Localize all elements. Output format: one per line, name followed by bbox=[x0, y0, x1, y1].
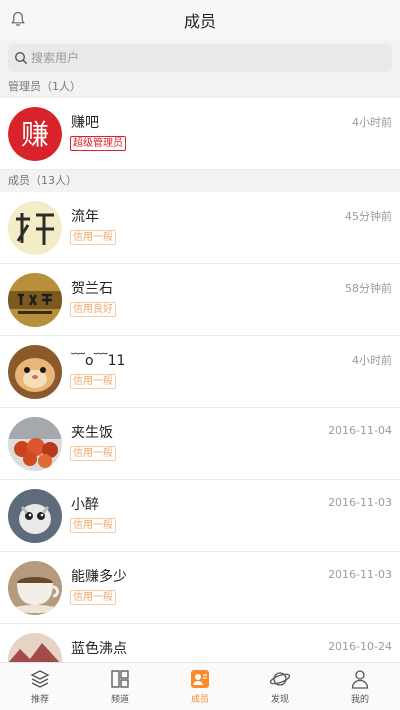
tab-discover[interactable]: 发现 bbox=[240, 663, 320, 710]
person-icon bbox=[351, 670, 369, 689]
tab-label: 发现 bbox=[270, 695, 289, 705]
credit-badge: 信用一般 bbox=[70, 590, 116, 605]
tab-recommend[interactable]: 推荐 bbox=[0, 663, 80, 710]
member-name: ﹋o﹋11 bbox=[71, 353, 126, 369]
credit-badge: 信用一般 bbox=[70, 230, 116, 245]
last-active-time: 58分钟前 bbox=[345, 282, 392, 295]
list-item[interactable]: ﹋o﹋11 4小时前 信用一般 bbox=[0, 336, 400, 408]
member-name: 小醉 bbox=[71, 497, 99, 513]
last-active-time: 45分钟前 bbox=[345, 210, 392, 223]
tab-label: 我的 bbox=[350, 695, 369, 705]
search-icon bbox=[14, 51, 28, 65]
bottom-tab-bar: 推荐 频道 成员 发现 我的 bbox=[0, 662, 400, 710]
last-active-time: 2016-10-24 bbox=[328, 640, 392, 653]
search-bar bbox=[0, 40, 400, 76]
last-active-time: 4小时前 bbox=[352, 116, 392, 129]
grid-icon bbox=[111, 670, 129, 688]
tab-label: 频道 bbox=[110, 695, 129, 705]
member-name: 能赚多少 bbox=[71, 569, 127, 585]
last-active-time: 2016-11-03 bbox=[328, 496, 392, 509]
list-item[interactable]: 夹生饭 2016-11-04 信用一般 bbox=[0, 408, 400, 480]
list-item[interactable]: 小醉 2016-11-03 信用一般 bbox=[0, 480, 400, 552]
last-active-time: 2016-11-03 bbox=[328, 568, 392, 581]
tab-label: 推荐 bbox=[30, 695, 49, 705]
member-name: 蓝色沸点 bbox=[71, 641, 127, 657]
avatar bbox=[8, 345, 62, 399]
tab-channel[interactable]: 频道 bbox=[80, 663, 160, 710]
bell-icon[interactable] bbox=[9, 10, 27, 28]
top-bar: 成员 bbox=[0, 0, 400, 40]
credit-badge: 信用一般 bbox=[70, 446, 116, 461]
layers-icon bbox=[30, 670, 50, 688]
member-name: 赚吧 bbox=[71, 115, 99, 131]
avatar bbox=[8, 201, 62, 255]
search-input[interactable] bbox=[31, 51, 371, 65]
tab-mine[interactable]: 我的 bbox=[320, 663, 400, 710]
tab-members[interactable]: 成员 bbox=[160, 663, 240, 710]
role-badge: 超级管理员 bbox=[70, 136, 126, 151]
list-item[interactable]: 流年 45分钟前 信用一般 bbox=[0, 192, 400, 264]
member-icon bbox=[191, 670, 209, 688]
admins-section-header: 管理员（1人） bbox=[0, 76, 400, 98]
last-active-time: 2016-11-04 bbox=[328, 424, 392, 437]
avatar bbox=[8, 417, 62, 471]
avatar: 赚 bbox=[8, 107, 62, 161]
members-section-header: 成员（13人） bbox=[0, 170, 400, 192]
credit-badge: 信用良好 bbox=[70, 302, 116, 317]
list-item[interactable]: 能赚多少 2016-11-03 信用一般 bbox=[0, 552, 400, 624]
credit-badge: 信用一般 bbox=[70, 374, 116, 389]
member-name: 夹生饭 bbox=[71, 425, 113, 441]
avatar bbox=[8, 489, 62, 543]
members-screen: 成员 管理员（1人） 赚 赚吧 4小时前 超级管理员 成员（13人） 流年 45… bbox=[0, 0, 400, 710]
avatar-logo-text: 赚 bbox=[21, 118, 49, 151]
tab-label: 成员 bbox=[190, 695, 209, 705]
member-name: 流年 bbox=[71, 209, 99, 225]
avatar bbox=[8, 273, 62, 327]
last-active-time: 4小时前 bbox=[352, 354, 392, 367]
search-box[interactable] bbox=[8, 44, 392, 72]
credit-badge: 信用一般 bbox=[70, 518, 116, 533]
page-title: 成员 bbox=[183, 12, 216, 31]
member-name: 贺兰石 bbox=[71, 281, 113, 297]
list-item[interactable]: 贺兰石 58分钟前 信用良好 bbox=[0, 264, 400, 336]
planet-icon bbox=[269, 672, 291, 686]
list-item[interactable]: 赚 赚吧 4小时前 超级管理员 bbox=[0, 98, 400, 170]
avatar bbox=[8, 561, 62, 615]
